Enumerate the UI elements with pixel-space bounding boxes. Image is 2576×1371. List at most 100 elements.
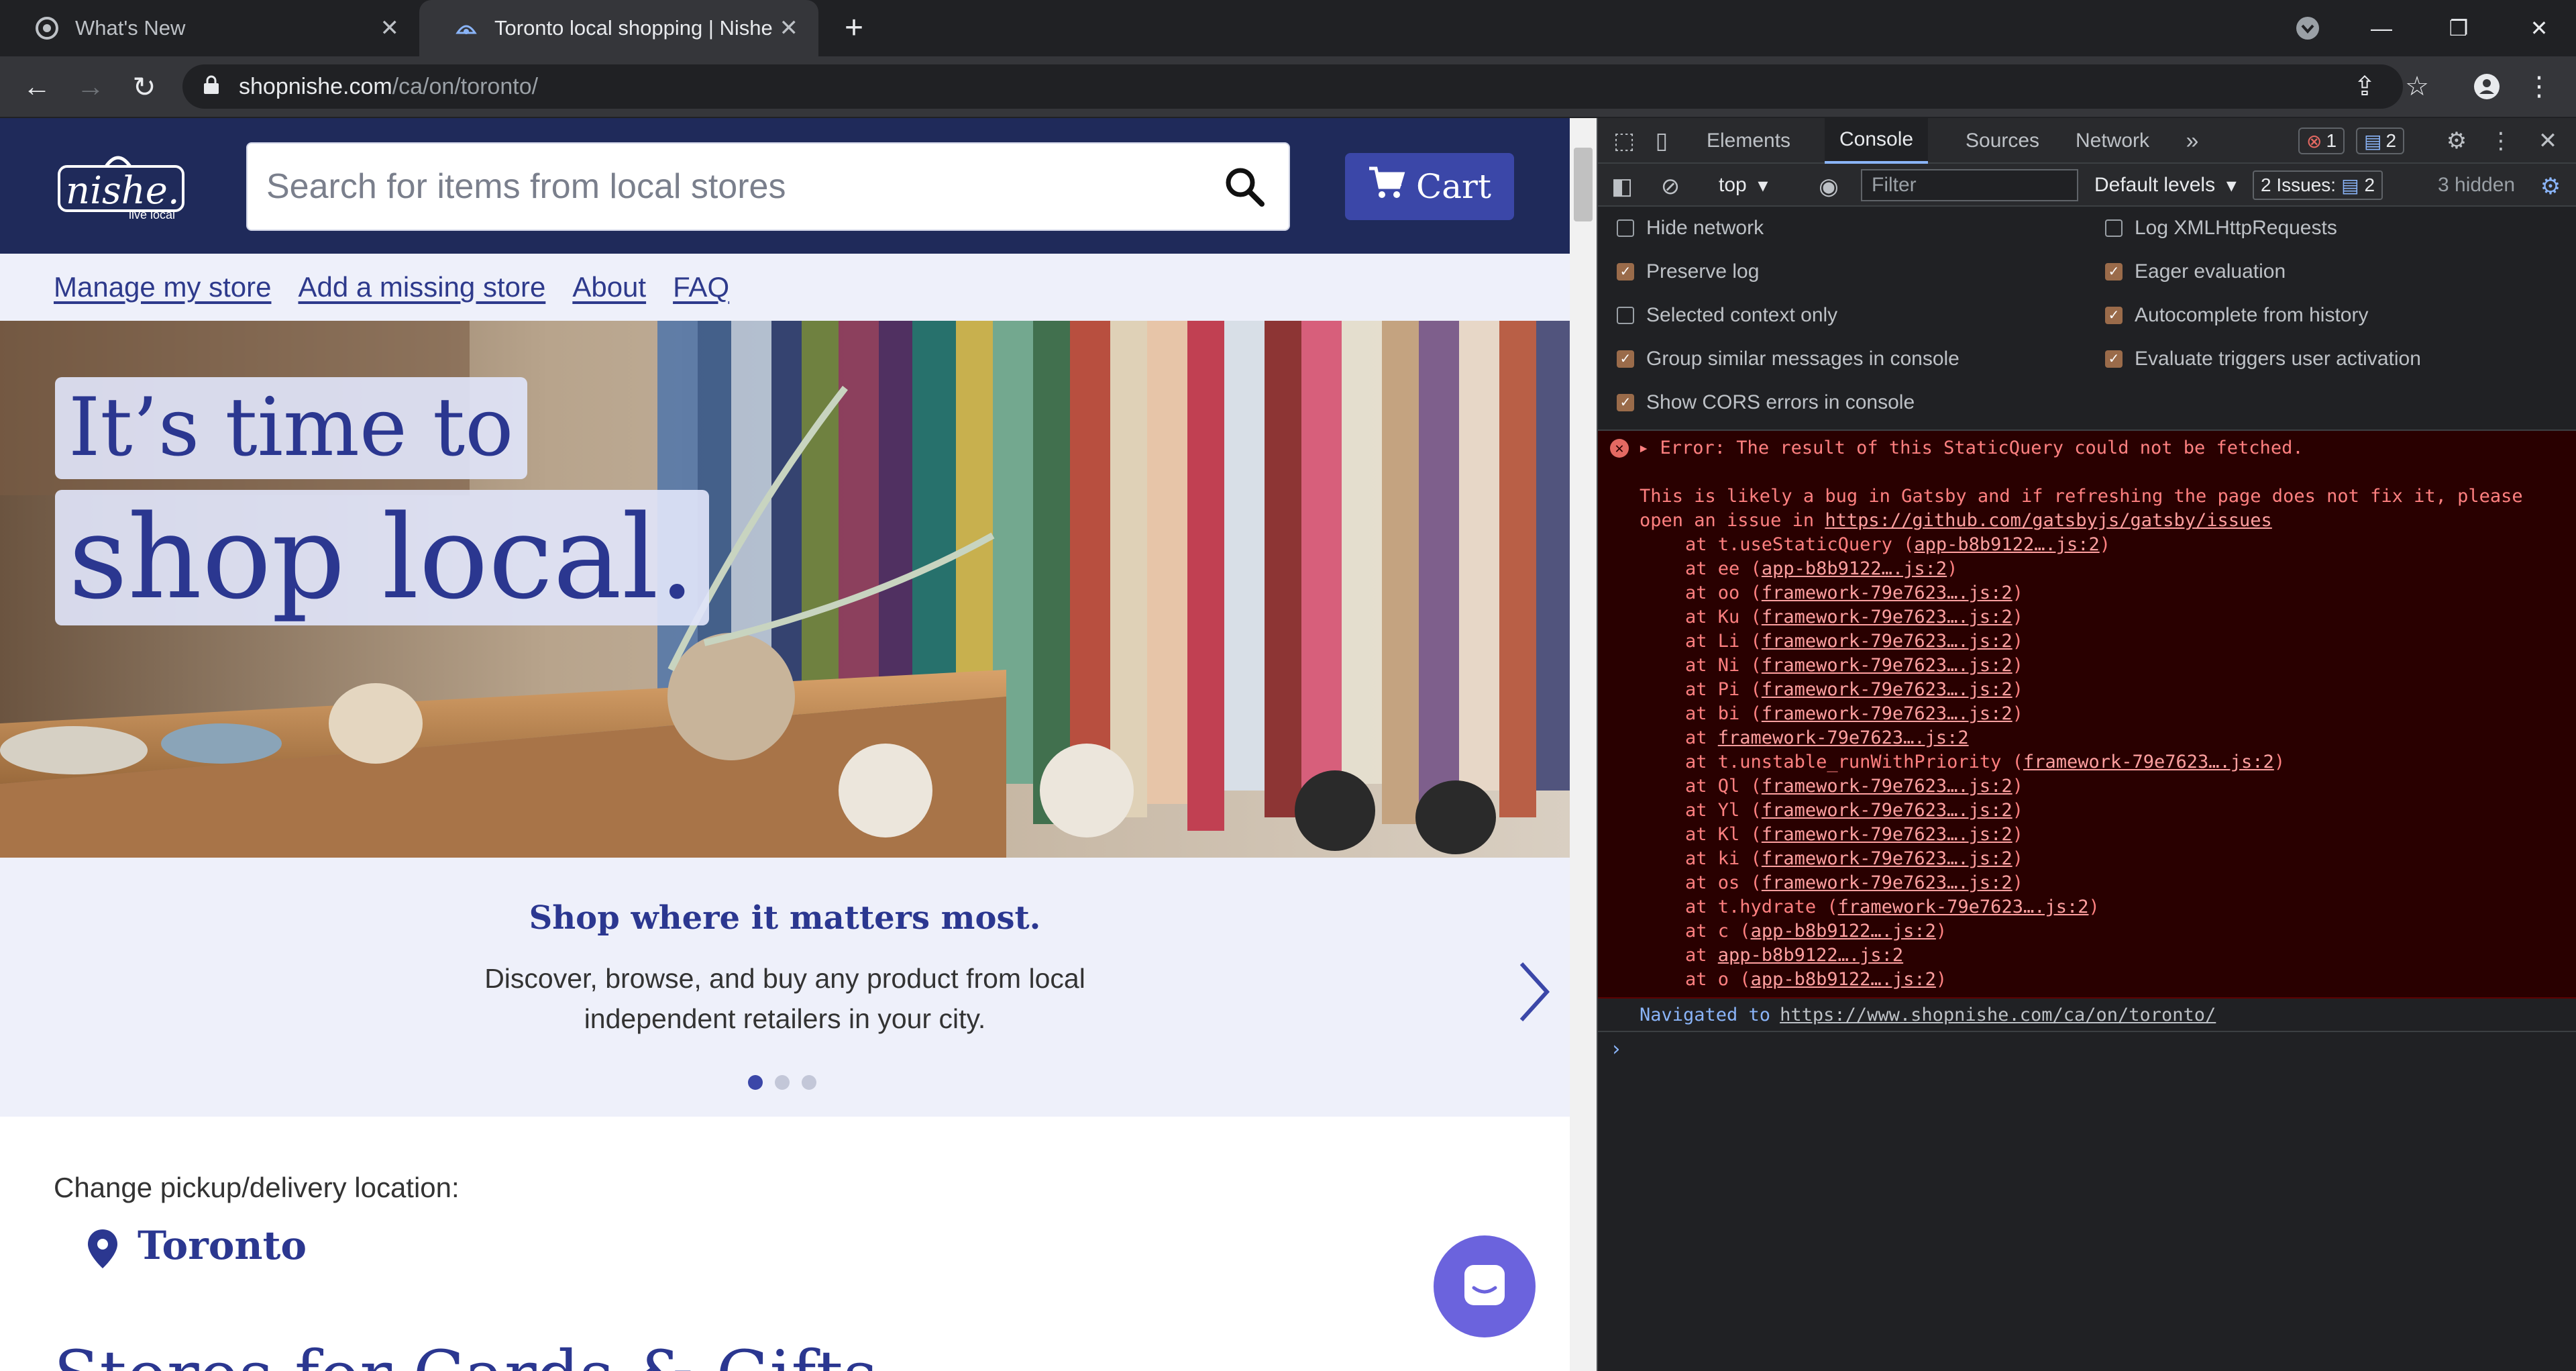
chat-launcher-button[interactable]: [1434, 1235, 1536, 1337]
console-setting-option[interactable]: Hide network: [1617, 215, 1764, 242]
console-setting-option[interactable]: Selected context only: [1617, 302, 1837, 329]
eye-icon[interactable]: ◉: [1813, 170, 1845, 203]
bookmark-star-icon[interactable]: ☆: [2400, 70, 2434, 103]
nav-manage-my-store[interactable]: Manage my store: [54, 271, 271, 303]
devtools-menu-icon[interactable]: ⋮: [2487, 125, 2514, 157]
tab-sources[interactable]: Sources: [1966, 118, 2039, 164]
console-setting-option[interactable]: ✓ Autocomplete from history: [2105, 302, 2368, 329]
close-icon[interactable]: ✕: [380, 16, 400, 40]
message-count-badge[interactable]: ▤ 2: [2356, 128, 2405, 154]
nav-about[interactable]: About: [572, 271, 646, 303]
stack-source-link[interactable]: framework-79e7623….js:2: [1762, 582, 2012, 603]
chevron-right-icon[interactable]: [1513, 958, 1554, 1025]
location-city[interactable]: Toronto: [138, 1223, 307, 1268]
search-icon[interactable]: [1222, 164, 1269, 211]
error-count-badge[interactable]: ⊗ 1: [2298, 128, 2345, 154]
minimize-button[interactable]: —: [2345, 0, 2418, 56]
back-button[interactable]: ←: [20, 70, 54, 103]
checkbox[interactable]: ✓: [1617, 263, 1634, 281]
tab-elements[interactable]: Elements: [1707, 118, 1790, 164]
checkbox[interactable]: ✓: [2105, 350, 2123, 368]
stack-source-link[interactable]: framework-79e7623….js:2: [1838, 897, 2089, 917]
stack-source-link[interactable]: app-b8b9122….js:2: [1718, 945, 1903, 966]
checkbox[interactable]: ✓: [2105, 263, 2123, 281]
restore-button[interactable]: ❐: [2422, 0, 2496, 56]
reload-button[interactable]: ↻: [127, 70, 161, 103]
scrollbar-thumb[interactable]: [1574, 148, 1593, 221]
close-icon[interactable]: ✕: [780, 16, 799, 40]
console-settings-gear-icon[interactable]: ⚙: [2534, 170, 2567, 203]
search-input[interactable]: Search for items from local stores: [246, 142, 1290, 231]
chat-icon: [1460, 1261, 1509, 1313]
navigated-url-link[interactable]: https://www.shopnishe.com/ca/on/toronto/: [1780, 1005, 2216, 1025]
gear-icon[interactable]: ⚙: [2440, 125, 2473, 157]
checkbox[interactable]: [2105, 219, 2123, 237]
nav-faq[interactable]: FAQ: [673, 271, 729, 303]
sidebar-toggle-icon[interactable]: ◧: [1607, 170, 1637, 203]
checkbox[interactable]: ✓: [1617, 394, 1634, 411]
window-close-button[interactable]: ✕: [2502, 0, 2576, 56]
carousel-dot[interactable]: [748, 1075, 763, 1090]
context-select[interactable]: top ▾: [1719, 170, 1768, 200]
profile-icon[interactable]: [2470, 70, 2504, 103]
stack-source-link[interactable]: app-b8b9122….js:2: [1751, 969, 1936, 990]
tab-network[interactable]: Network: [2076, 118, 2149, 164]
gatsby-issues-link[interactable]: https://github.com/gatsbyjs/gatsby/issue…: [1825, 510, 2271, 531]
stack-source-link[interactable]: framework-79e7623….js:2: [1718, 727, 1969, 748]
stack-source-link[interactable]: app-b8b9122….js:2: [1914, 534, 2099, 555]
issues-button[interactable]: 2 Issues: ▤ 2: [2253, 170, 2383, 200]
console-error-message: ✕ ▸ Error: The result of this StaticQuer…: [1598, 431, 2576, 999]
carousel-dot[interactable]: [802, 1075, 816, 1090]
menu-kebab-icon[interactable]: ⋮: [2522, 70, 2556, 103]
stack-source-link[interactable]: framework-79e7623….js:2: [1762, 679, 2012, 700]
tab-search-icon[interactable]: [2271, 0, 2345, 56]
stack-source-link[interactable]: framework-79e7623….js:2: [1762, 655, 2012, 676]
console-setting-option[interactable]: ✓ Show CORS errors in console: [1617, 389, 1915, 416]
address-bar[interactable]: shopnishe.com/ca/on/toronto/: [182, 64, 2403, 109]
close-devtools-icon[interactable]: ✕: [2534, 125, 2561, 157]
stack-source-link[interactable]: app-b8b9122….js:2: [1762, 558, 1947, 579]
log-levels-select[interactable]: Default levels ▾: [2094, 170, 2237, 200]
logo-tagline: live local: [129, 208, 176, 221]
checkbox[interactable]: ✓: [2105, 307, 2123, 324]
stack-source-link[interactable]: framework-79e7623….js:2: [1762, 703, 2012, 724]
stack-source-link[interactable]: framework-79e7623….js:2: [1762, 872, 2012, 893]
stack-source-link[interactable]: framework-79e7623….js:2: [1762, 800, 2012, 821]
stack-source-link[interactable]: framework-79e7623….js:2: [1762, 824, 2012, 845]
page-viewport: nishe. live local Search for items from …: [0, 118, 1570, 1371]
console-setting-option[interactable]: ✓ Preserve log: [1617, 258, 1759, 285]
tab-console[interactable]: Console: [1825, 118, 1929, 164]
stack-source-link[interactable]: app-b8b9122….js:2: [1751, 921, 1936, 942]
console-setting-option[interactable]: ✓ Evaluate triggers user activation: [2105, 346, 2421, 372]
error-expand-toggle[interactable]: ▸ Error: The result of this StaticQuery …: [1638, 438, 2304, 458]
checkbox[interactable]: ✓: [1617, 350, 1634, 368]
new-tab-button[interactable]: +: [835, 9, 873, 47]
nishe-logo[interactable]: nishe. live local: [54, 146, 198, 227]
stack-function: Ku: [1717, 607, 1740, 627]
page-scrollbar[interactable]: [1570, 118, 1597, 1371]
clear-console-icon[interactable]: ⊘: [1656, 170, 1685, 203]
console-filter-input[interactable]: Filter: [1861, 169, 2078, 201]
carousel-dot[interactable]: [775, 1075, 790, 1090]
checkbox[interactable]: [1617, 307, 1634, 324]
stack-source-link[interactable]: framework-79e7623….js:2: [1762, 631, 2012, 652]
stack-source-link[interactable]: framework-79e7623….js:2: [1762, 776, 2012, 797]
stack-source-link[interactable]: framework-79e7623….js:2: [2023, 752, 2274, 772]
device-toolbar-icon[interactable]: ▯: [1645, 125, 1678, 157]
stack-source-link[interactable]: framework-79e7623….js:2: [1762, 848, 2012, 869]
console-setting-option[interactable]: ✓ Group similar messages in console: [1617, 346, 1960, 372]
stack-frame: at Ku (framework-79e7623….js:2): [1685, 607, 2023, 627]
console-prompt[interactable]: ›: [1610, 1037, 1622, 1061]
tab-nishe-toronto[interactable]: Toronto local shopping | Nishe ✕: [419, 0, 818, 56]
inspect-element-icon[interactable]: ⬚: [1607, 125, 1641, 157]
tab-whats-new[interactable]: What's New ✕: [0, 0, 419, 56]
nav-add-missing-store[interactable]: Add a missing store: [298, 271, 545, 303]
stack-source-link[interactable]: framework-79e7623….js:2: [1762, 607, 2012, 627]
share-icon[interactable]: ⇪: [2348, 70, 2381, 103]
cart-button[interactable]: Cart: [1345, 153, 1514, 220]
console-setting-option[interactable]: Log XMLHttpRequests: [2105, 215, 2337, 242]
checkbox[interactable]: [1617, 219, 1634, 237]
forward-button[interactable]: →: [74, 70, 107, 103]
console-setting-option[interactable]: ✓ Eager evaluation: [2105, 258, 2286, 285]
more-tabs-icon[interactable]: »: [2179, 125, 2206, 157]
